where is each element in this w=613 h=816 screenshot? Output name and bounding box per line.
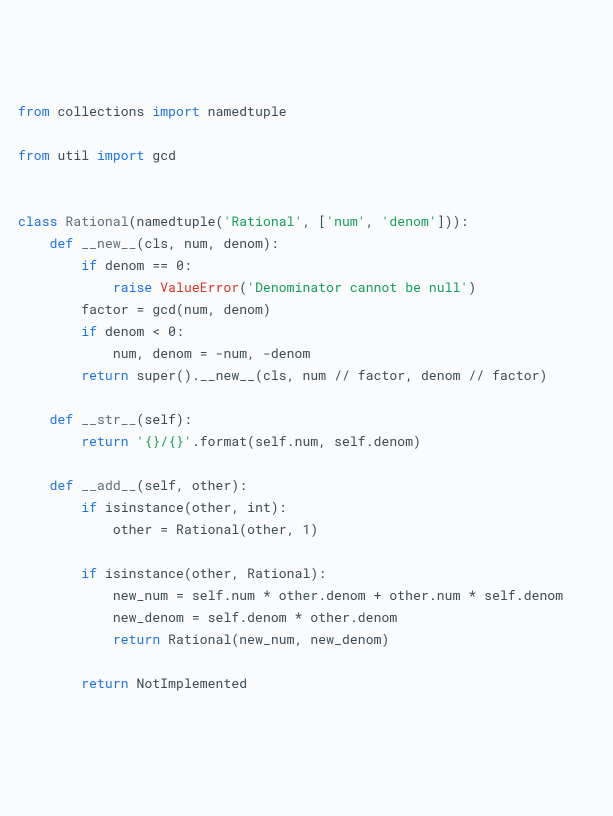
string-rational: 'Rational' (223, 212, 302, 230)
keyword-from: from (18, 102, 50, 120)
keyword-import: import (152, 102, 199, 120)
import-gcd: gcd (152, 146, 176, 164)
line-factor: factor = gcd(num, denom) (81, 300, 271, 318)
call-isinstance: isinstance (105, 498, 184, 516)
number-zero: 0 (176, 256, 184, 274)
call-rational-new: Rational(new_num, new_denom) (168, 630, 389, 648)
keyword-from: from (18, 146, 50, 164)
cond-denom-neg: denom < (105, 322, 168, 340)
keyword-def: def (50, 410, 74, 428)
keyword-return: return (81, 366, 128, 384)
module-collections: collections (58, 102, 145, 120)
import-namedtuple: namedtuple (208, 102, 287, 120)
keyword-if: if (81, 256, 97, 274)
keyword-def: def (50, 476, 74, 494)
id-notimplemented: NotImplemented (137, 674, 248, 692)
string-denom-null: 'Denominator cannot be null' (247, 278, 468, 296)
params-new: (cls, num, denom): (137, 234, 279, 252)
keyword-raise: raise (113, 278, 153, 296)
class-rational: Rational (65, 212, 128, 230)
line-other-rational: other = Rational(other, (113, 520, 303, 538)
line-new-num: new_num = self.num * other.denom + other… (113, 586, 563, 604)
number-one: 1 (302, 520, 310, 538)
string-num: 'num' (326, 212, 366, 230)
call-isinst-rational: (other, Rational): (184, 564, 326, 582)
code-block: from collections import namedtuple from … (18, 100, 595, 694)
call-super-new: ().__new__(cls, num // factor, denom // … (176, 366, 547, 384)
string-format: '{}/{}' (137, 432, 192, 450)
module-util: util (58, 146, 90, 164)
string-denom: 'denom' (382, 212, 437, 230)
call-format: .format(self.num, self.denom) (192, 432, 421, 450)
method-new: __new__ (81, 234, 136, 252)
keyword-if: if (81, 322, 97, 340)
method-str: __str__ (81, 410, 136, 428)
keyword-return: return (113, 630, 160, 648)
method-add: __add__ (81, 476, 136, 494)
call-isinst-int: (other, int): (184, 498, 287, 516)
keyword-def: def (50, 234, 74, 252)
exception-valueerror: ValueError (160, 278, 239, 296)
keyword-class: class (18, 212, 58, 230)
keyword-import: import (97, 146, 144, 164)
params-str: (self): (137, 410, 192, 428)
number-zero: 0 (168, 322, 176, 340)
call-isinstance: isinstance (105, 564, 184, 582)
cond-denom-zero: denom == (105, 256, 176, 274)
base-namedtuple: namedtuple (137, 212, 216, 230)
keyword-return: return (81, 432, 128, 450)
line-negate: num, denom = -num, -denom (113, 344, 311, 362)
keyword-if: if (81, 498, 97, 516)
keyword-if: if (81, 564, 97, 582)
keyword-return: return (81, 674, 128, 692)
line-new-denom: new_denom = self.denom * other.denom (113, 608, 397, 626)
call-super: super (137, 366, 177, 384)
params-add: (self, other): (137, 476, 248, 494)
